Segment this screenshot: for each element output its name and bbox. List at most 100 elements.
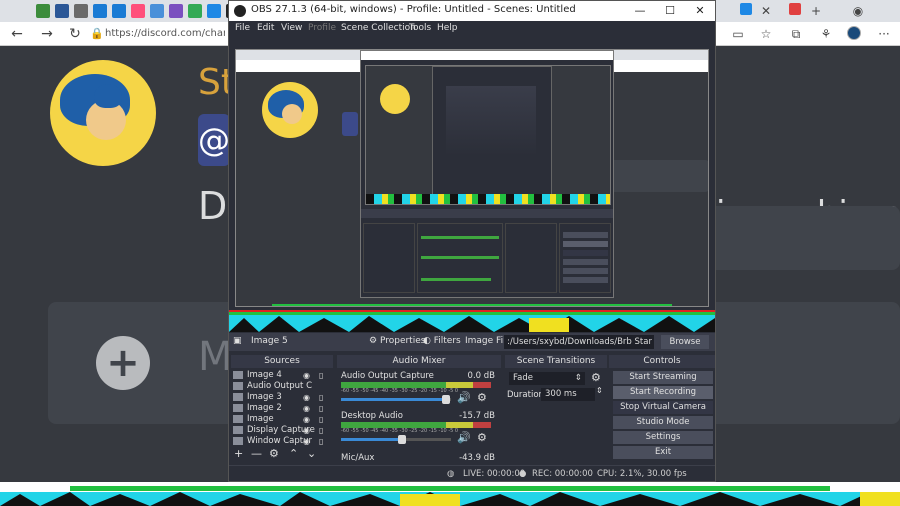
browser-tab-favicon[interactable] <box>112 4 126 18</box>
stop-virtual-camera-button[interactable]: Stop Virtual Camera <box>613 401 713 414</box>
start-streaming-button[interactable]: Start Streaming <box>613 371 713 384</box>
eye-icon[interactable]: ◉ <box>303 425 310 436</box>
lock-icon: 🔒 <box>90 27 104 40</box>
exit-button[interactable]: Exit <box>613 446 713 459</box>
filters-label: Filters <box>433 336 461 346</box>
window-icon <box>233 436 243 445</box>
back-icon[interactable]: ← <box>8 25 26 43</box>
browser-tab-favicon[interactable] <box>74 4 88 18</box>
new-tab-icon[interactable]: + <box>808 3 824 19</box>
browser-tab-favicon[interactable] <box>188 4 202 18</box>
live-timer: LIVE: 00:00:00 <box>463 469 526 479</box>
obs-window-title: OBS 27.1.3 (64-bit, windows) - Profile: … <box>251 4 576 15</box>
source-item[interactable]: Image 3 ◉ ▯ <box>233 392 329 403</box>
add-attachment-icon[interactable]: + <box>96 336 150 390</box>
source-item[interactable]: Audio Output C <box>233 381 329 392</box>
mixer-channel-name: Mic/Aux <box>341 453 375 463</box>
speaker-icon[interactable]: 🔊 <box>457 391 471 404</box>
filters-button[interactable]: ◐ Filters <box>423 336 461 346</box>
eye-icon[interactable]: ◉ <box>303 436 310 447</box>
image-source-icon: ▣ <box>233 336 242 346</box>
source-item[interactable]: Display Capture ◉ ▯ <box>233 425 329 436</box>
browser-tab-favicon[interactable] <box>93 4 107 18</box>
gear-icon[interactable]: ⚙ <box>269 447 279 460</box>
add-source-icon[interactable]: + <box>234 447 243 460</box>
menu-tools[interactable]: Tools <box>409 23 431 33</box>
filter-icon: ◐ <box>423 336 431 346</box>
source-item[interactable]: Image 4 ◉ ▯ <box>233 370 329 381</box>
duration-stepper-icon[interactable]: ⇕ <box>596 386 603 395</box>
remove-source-icon[interactable]: — <box>251 447 262 460</box>
gear-icon: ⚙ <box>369 336 378 346</box>
more-icon[interactable]: ··· <box>876 26 892 42</box>
source-name: Image 2 <box>247 403 282 413</box>
source-item[interactable]: Window Captur ◉ ▯ <box>233 436 329 447</box>
tab-icon[interactable] <box>738 3 754 19</box>
mixer-channel-db: -43.9 dB <box>459 453 495 463</box>
speaker-icon[interactable]: 🔊 <box>457 431 471 444</box>
eye-icon[interactable]: ◉ <box>303 370 310 381</box>
gear-icon[interactable]: ⚙ <box>591 371 601 384</box>
collections-icon[interactable]: ⧉ <box>788 26 804 42</box>
volume-slider[interactable] <box>341 395 451 404</box>
menu-help[interactable]: Help <box>437 23 458 33</box>
gear-icon[interactable]: ⚙ <box>477 431 487 444</box>
lock-icon[interactable]: ▯ <box>319 414 323 425</box>
eye-icon[interactable]: ◉ <box>303 392 310 403</box>
volume-slider[interactable] <box>341 435 451 444</box>
lock-icon[interactable]: ▯ <box>319 425 323 436</box>
source-name: Image 3 <box>247 392 282 402</box>
menu-edit[interactable]: Edit <box>257 23 274 33</box>
mixer-channel-name: Audio Output Capture <box>341 371 434 381</box>
maximize-icon[interactable]: ☐ <box>655 3 685 19</box>
chevron-up-icon[interactable]: ⌃ <box>289 447 298 460</box>
forward-icon[interactable]: → <box>38 25 56 43</box>
sources-header: Sources <box>231 355 333 368</box>
lock-icon[interactable]: ▯ <box>319 436 323 447</box>
source-name: Image 4 <box>247 370 282 380</box>
obs-preview[interactable]: + <box>235 49 709 307</box>
source-item[interactable]: Image ◉ ▯ <box>233 414 329 425</box>
close-tab-icon[interactable]: ✕ <box>758 3 774 19</box>
duration-field[interactable]: 300 ms <box>541 388 595 401</box>
menu-profile[interactable]: Profile <box>308 23 336 33</box>
browser-tab-favicon[interactable] <box>169 4 183 18</box>
source-item[interactable]: Image 2 ◉ ▯ <box>233 403 329 414</box>
browser-tab-favicon[interactable] <box>36 4 50 18</box>
lock-icon[interactable]: ▯ <box>319 403 323 414</box>
browser-tab-favicon[interactable] <box>131 4 145 18</box>
menu-scene-collection[interactable]: Scene Collection <box>341 23 416 33</box>
eye-icon[interactable]: ◉ <box>303 414 310 425</box>
gear-icon[interactable]: ⚙ <box>477 391 487 404</box>
menu-file[interactable]: File <box>235 23 250 33</box>
properties-button[interactable]: ⚙ Properties <box>369 336 425 346</box>
extensions-icon[interactable]: ⚘ <box>818 26 834 42</box>
extension-icon[interactable]: ▭ <box>730 26 746 42</box>
image-icon <box>233 392 243 401</box>
tab-icon[interactable] <box>787 3 803 19</box>
transition-select[interactable]: Fade ⇕ <box>509 372 585 385</box>
studio-mode-button[interactable]: Studio Mode <box>613 416 713 429</box>
browse-button[interactable]: Browse <box>661 335 709 349</box>
live-icon: ◍ <box>447 469 455 479</box>
chevron-down-icon[interactable]: ⌄ <box>307 447 316 460</box>
profile-icon[interactable]: ◉ <box>850 3 866 19</box>
browser-tab-favicon[interactable] <box>150 4 164 18</box>
browser-tab-favicon[interactable] <box>55 4 69 18</box>
url-field[interactable]: https://discord.com/chan <box>105 26 225 42</box>
eye-icon[interactable]: ◉ <box>303 403 310 414</box>
favorites-icon[interactable]: ☆ <box>758 26 774 42</box>
settings-button[interactable]: Settings <box>613 431 713 444</box>
refresh-icon[interactable]: ↻ <box>66 25 84 43</box>
image-file-path-field[interactable]: :/Users/sxybd/Downloads/Brb Star Mario1.… <box>504 335 654 349</box>
lock-icon[interactable]: ▯ <box>319 392 323 403</box>
start-recording-button[interactable]: Start Recording <box>613 386 713 399</box>
lock-icon[interactable]: ▯ <box>319 370 323 381</box>
minimize-icon[interactable]: — <box>625 3 655 19</box>
close-icon[interactable]: ✕ <box>685 3 715 19</box>
browser-tab-favicon[interactable] <box>207 4 221 18</box>
preview-mention-badge <box>342 112 358 136</box>
avatar[interactable] <box>846 26 862 42</box>
menu-view[interactable]: View <box>281 23 302 33</box>
source-toolbar: ▣ Image 5 ⚙ Properties ◐ Filters Image F… <box>229 333 715 351</box>
